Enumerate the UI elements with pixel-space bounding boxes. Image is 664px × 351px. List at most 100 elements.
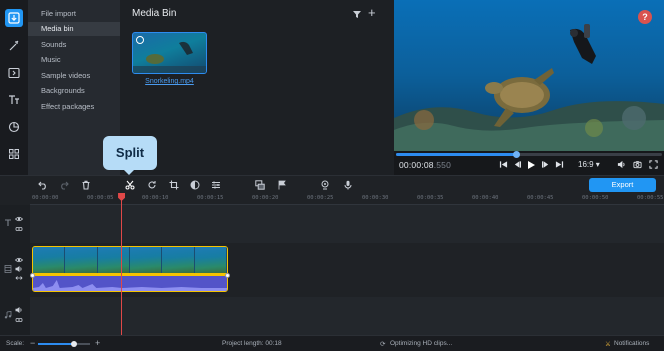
fullscreen-icon[interactable]: [648, 159, 658, 170]
category-effect-packages[interactable]: Effect packages: [28, 100, 120, 114]
timecode-current: 00:00:08: [399, 160, 434, 170]
split-tooltip: Split: [103, 136, 157, 170]
volume-icon[interactable]: [15, 265, 23, 273]
zoom-in-icon[interactable]: +: [95, 338, 100, 348]
ruler-tick-label: 00:00:15: [197, 195, 224, 201]
clip-waveform: [33, 276, 227, 291]
media-bin-panel: Media Bin + Snorkeling.mp4: [120, 0, 394, 175]
snapshot-icon[interactable]: [632, 159, 642, 170]
scrubber-handle[interactable]: [512, 151, 520, 158]
stabilize-icon[interactable]: [319, 179, 331, 191]
play-icon[interactable]: [525, 159, 537, 170]
preview-panel: ? 00:00:08.550 16:9 ▾: [394, 0, 664, 175]
volume-icon[interactable]: [616, 159, 626, 170]
category-media-bin[interactable]: Media bin: [28, 22, 120, 36]
ruler-tick-label: 00:00:10: [142, 195, 169, 201]
ruler-tick-label: 00:00:05: [87, 195, 114, 201]
marker-flag-icon[interactable]: [276, 179, 288, 191]
microphone-icon[interactable]: [342, 179, 354, 191]
underwater-scene-image: [394, 0, 664, 151]
category-sample-videos[interactable]: Sample videos: [28, 69, 120, 83]
title-track-icon: [4, 219, 12, 227]
next-frame-icon[interactable]: [540, 159, 550, 170]
undo-icon[interactable]: [37, 179, 49, 191]
video-preview[interactable]: ?: [394, 0, 664, 151]
delete-icon[interactable]: [80, 179, 92, 191]
crop-icon[interactable]: [168, 179, 180, 191]
add-media-icon[interactable]: +: [368, 5, 376, 20]
ruler-tick-label: 00:00:25: [307, 195, 334, 201]
tooltip-arrow: [123, 169, 135, 175]
clip-properties-icon[interactable]: [210, 179, 222, 191]
project-length: Project length: 00:18: [222, 340, 282, 347]
clip-frame: [33, 247, 66, 273]
status-bar: Scale: − + Project length: 00:18 ⟳ Optim…: [0, 335, 664, 351]
help-button[interactable]: ?: [638, 10, 652, 24]
redo-icon[interactable]: [58, 179, 70, 191]
magic-wand-icon[interactable]: [5, 37, 23, 55]
notifications-link[interactable]: Notifications: [614, 340, 649, 347]
rotate-icon[interactable]: [146, 179, 158, 191]
title-track[interactable]: [30, 205, 664, 243]
ruler-tick-label: 00:00:30: [362, 195, 389, 201]
video-track-icon: [4, 265, 12, 273]
tool-rail: [0, 0, 28, 175]
music-note-icon: [4, 311, 12, 319]
timecode-fraction: .550: [433, 160, 452, 170]
previous-frame-icon[interactable]: [512, 159, 522, 170]
bell-icon[interactable]: ⚔: [605, 340, 611, 348]
clip-frame: [194, 247, 227, 273]
aspect-ratio-dropdown[interactable]: 16:9 ▾: [578, 160, 600, 169]
media-thumbnail[interactable]: [132, 32, 207, 74]
clip-frame: [129, 247, 163, 273]
link-icon[interactable]: [15, 274, 23, 282]
link-icon[interactable]: [15, 316, 23, 324]
split-icon[interactable]: [124, 179, 136, 191]
video-clip[interactable]: [32, 246, 228, 292]
category-music[interactable]: Music: [28, 53, 120, 67]
audio-track[interactable]: [30, 297, 664, 335]
select-check-icon[interactable]: [136, 36, 144, 44]
category-file-import[interactable]: File import: [28, 7, 120, 21]
ruler-tick-label: 00:00:40: [472, 195, 499, 201]
clip-filmstrip: [33, 247, 227, 273]
media-bin-title: Media Bin: [132, 8, 177, 19]
ruler-tick-label: 00:00:35: [417, 195, 444, 201]
skip-start-icon[interactable]: [498, 159, 508, 170]
timeline-ruler[interactable]: 00:00:00 00:00:05 00:00:10 00:00:15 00:00:20…: [0, 193, 664, 205]
eye-icon[interactable]: [15, 215, 23, 223]
preview-scrubber[interactable]: [396, 151, 662, 158]
ruler-tick-label: 00:00:45: [527, 195, 554, 201]
zoom-out-icon[interactable]: −: [30, 338, 35, 348]
filter-icon[interactable]: [352, 9, 362, 19]
clip-fade-in-handle[interactable]: [30, 273, 35, 278]
scale-slider[interactable]: [38, 341, 90, 347]
skip-end-icon[interactable]: [554, 159, 564, 170]
link-icon[interactable]: [15, 225, 23, 233]
scrubber-progress: [396, 153, 516, 156]
clip-frame: [162, 247, 195, 273]
playhead[interactable]: [121, 195, 123, 335]
ruler-tick-label: 00:00:20: [252, 195, 279, 201]
scale-slider-fill: [38, 343, 75, 345]
titles-icon[interactable]: [5, 91, 23, 109]
eye-icon[interactable]: [15, 256, 23, 264]
optimizing-spinner-icon: ⟳: [380, 341, 386, 348]
color-adjust-icon[interactable]: [189, 179, 201, 191]
clip-frame: [97, 247, 130, 273]
clip-frame: [65, 247, 98, 273]
category-backgrounds[interactable]: Backgrounds: [28, 84, 120, 98]
more-tools-icon[interactable]: [5, 145, 23, 163]
clip-fade-out-handle[interactable]: [225, 273, 230, 278]
import-icon[interactable]: [5, 9, 23, 27]
media-filename[interactable]: Snorkeling.mp4: [132, 78, 207, 85]
volume-icon[interactable]: [15, 306, 23, 314]
title-track-header: [0, 205, 30, 243]
transition-icon[interactable]: [5, 64, 23, 82]
overlay-icon[interactable]: [254, 179, 266, 191]
audio-track-header: [0, 297, 30, 335]
sticker-icon[interactable]: [5, 118, 23, 136]
scale-slider-handle[interactable]: [71, 341, 78, 347]
category-sounds[interactable]: Sounds: [28, 38, 120, 52]
export-button[interactable]: Export: [589, 178, 656, 192]
